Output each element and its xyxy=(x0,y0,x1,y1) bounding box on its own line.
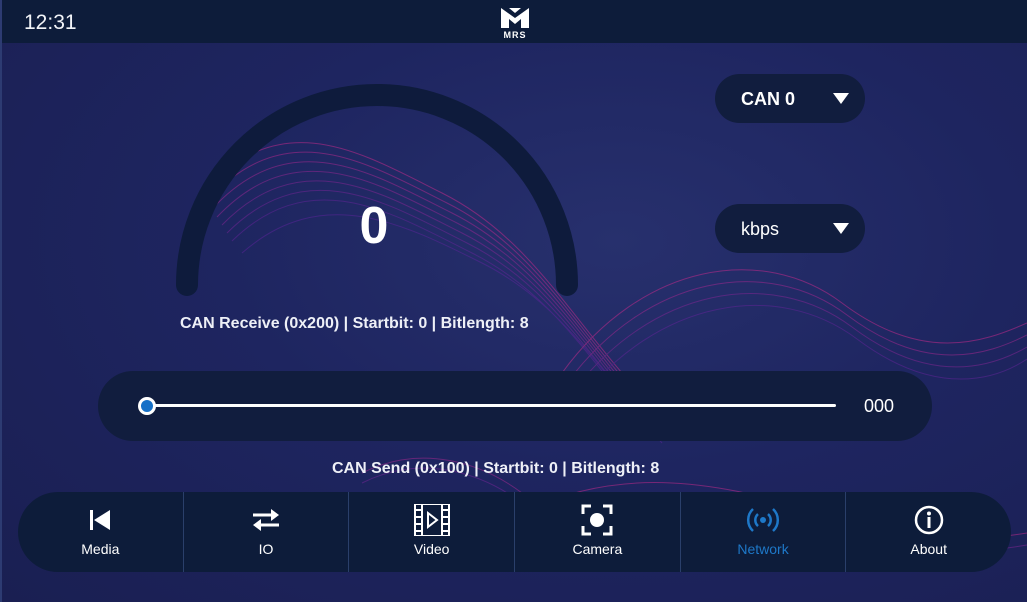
receive-gauge xyxy=(176,84,578,296)
skip-back-icon xyxy=(90,510,111,530)
nav-camera[interactable]: Camera xyxy=(515,492,681,572)
film-play-icon xyxy=(413,504,450,536)
nav-label: Media xyxy=(81,541,120,557)
gauge-value: 0 xyxy=(359,197,389,255)
chevron-down-icon xyxy=(833,223,849,234)
can-channel-selected: CAN 0 xyxy=(741,89,796,109)
can-send-label: CAN Send (0x100) | Startbit: 0 | Bitleng… xyxy=(332,460,660,477)
camera-focus-icon xyxy=(581,504,613,536)
top-bar: 12:31 MRS xyxy=(2,0,1027,43)
info-icon xyxy=(914,505,943,535)
mrs-logo-icon xyxy=(501,8,529,28)
app-window: 12:31 MRS 0 CAN Receive (0x200) | Startb… xyxy=(2,0,1027,602)
send-slider-card: 000 xyxy=(98,371,932,441)
swap-arrows-icon xyxy=(253,509,279,531)
nav-video[interactable]: Video xyxy=(349,492,516,572)
mrs-logo: MRS xyxy=(495,6,535,40)
can-receive-label: CAN Receive (0x200) | Startbit: 0 | Bitl… xyxy=(180,315,529,332)
clock: 12:31 xyxy=(24,11,77,34)
bottom-nav: Media IO Video Camera Network About xyxy=(18,492,1011,572)
nav-network[interactable]: Network xyxy=(681,492,847,572)
slider-track[interactable] xyxy=(146,404,836,407)
nav-label: About xyxy=(910,541,947,557)
nav-label: Video xyxy=(413,541,450,557)
nav-label: IO xyxy=(258,541,274,557)
nav-io[interactable]: IO xyxy=(184,492,350,572)
unit-selected: kbps xyxy=(741,219,780,239)
nav-media[interactable]: Media xyxy=(18,492,184,572)
unit-dropdown[interactable]: kbps xyxy=(715,204,865,253)
chevron-down-icon xyxy=(833,93,849,104)
slider-value: 000 xyxy=(864,396,895,416)
logo-text: MRS xyxy=(503,30,527,40)
window-edge xyxy=(0,0,2,602)
slider-handle[interactable] xyxy=(138,397,156,415)
can-channel-dropdown[interactable]: CAN 0 xyxy=(715,74,865,123)
nav-label: Camera xyxy=(572,541,623,557)
nav-label: Network xyxy=(737,541,789,557)
broadcast-icon xyxy=(746,508,780,532)
nav-about[interactable]: About xyxy=(846,492,1011,572)
gauge-track xyxy=(176,84,578,296)
